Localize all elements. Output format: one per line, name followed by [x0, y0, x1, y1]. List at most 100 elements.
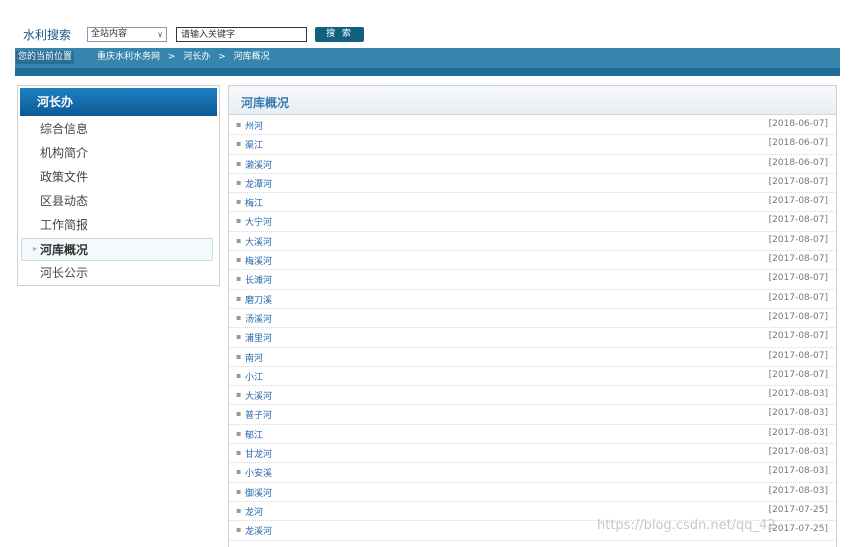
- list-item-date: [2017-08-07]: [768, 215, 828, 226]
- search-scope-value: 全站内容: [91, 29, 128, 39]
- bullet-icon: ▪: [236, 197, 242, 207]
- list-item: ▪ 浦里河 [2017-08-07]: [229, 328, 836, 348]
- bullet-icon: ▪: [236, 505, 242, 515]
- list-item: ▪ 磨刀溪 [2017-08-07]: [229, 290, 836, 309]
- list-item-date: [2017-08-03]: [768, 427, 828, 438]
- list-item-link[interactable]: 磨刀溪: [245, 293, 272, 306]
- list-item-link[interactable]: 梅溪河: [245, 254, 272, 267]
- article-list: ▪ 州河 [2018-06-07] ▪ 渠江 [2018-06-07] ▪ 濑溪河 [2018-…: [229, 116, 836, 541]
- bullet-icon: ▪: [236, 351, 242, 361]
- list-item-date: [2018-06-07]: [768, 119, 828, 129]
- bullet-icon: ▪: [236, 177, 242, 187]
- list-item: ▪ 汤溪河 [2017-08-07]: [229, 309, 836, 329]
- list-item: ▪ 长滩河 [2017-08-07]: [229, 270, 836, 290]
- list-item-date: [2017-08-07]: [768, 176, 828, 187]
- list-item: ▪ 郁江 [2017-08-03]: [229, 425, 836, 445]
- list-item-link[interactable]: 大宁河: [245, 215, 272, 228]
- list-item-link[interactable]: 龙潭河: [245, 177, 272, 190]
- bullet-icon: ▪: [236, 409, 242, 419]
- list-item-date: [2017-08-07]: [768, 273, 828, 284]
- breadcrumb-bar-bottom: [15, 68, 840, 76]
- list-item-date: [2017-08-03]: [768, 466, 828, 477]
- bullet-icon: ▪: [236, 158, 242, 168]
- bullet-icon: ▪: [236, 448, 242, 458]
- bullet-icon: ▪: [236, 293, 242, 303]
- search-input[interactable]: [176, 27, 307, 42]
- sidebar-item-jianbao[interactable]: 工作简报: [40, 217, 88, 233]
- list-item: ▪ 普子河 [2017-08-03]: [229, 405, 836, 425]
- bullet-icon: ▪: [236, 312, 242, 322]
- sidebar-item-quxian[interactable]: 区县动态: [40, 193, 88, 209]
- list-item-date: [2017-08-03]: [768, 485, 828, 496]
- bullet-icon: ▪: [236, 120, 242, 129]
- list-item-link[interactable]: 普子河: [245, 408, 272, 421]
- list-item-date: [2017-08-07]: [768, 292, 828, 303]
- bullet-icon: ▪: [236, 255, 242, 265]
- list-item-link[interactable]: 州河: [245, 119, 263, 132]
- breadcrumb-current-location-label: 您的当前位置: [16, 51, 75, 64]
- sidebar-item-jigou[interactable]: 机构简介: [40, 145, 88, 161]
- list-item-link[interactable]: 小安溪: [245, 466, 272, 479]
- list-item-link[interactable]: 汤溪河: [245, 312, 272, 325]
- list-item-date: [2017-08-07]: [768, 311, 828, 322]
- breadcrumb-link-home[interactable]: 重庆水利水务网: [97, 52, 160, 62]
- list-item: ▪ 小江 [2017-08-07]: [229, 367, 836, 387]
- search-label: 水利搜索: [23, 28, 72, 42]
- list-item-date: [2018-06-07]: [768, 138, 828, 149]
- list-item-link[interactable]: 御溪河: [245, 486, 272, 499]
- search-button[interactable]: 搜 索: [315, 27, 364, 42]
- list-item-date: [2017-08-07]: [768, 254, 828, 265]
- search-scope-select[interactable]: 全站内容 ∨: [87, 27, 167, 42]
- breadcrumb-link-hezhangban[interactable]: 河长办: [183, 52, 210, 62]
- bullet-icon: ▪: [236, 216, 242, 226]
- list-item: ▪ 梅溪河 [2017-08-07]: [229, 251, 836, 271]
- list-item-date: [2018-06-07]: [768, 157, 828, 168]
- bullet-icon: ▪: [236, 139, 242, 149]
- sidebar-item-gongshi[interactable]: 河长公示: [40, 265, 88, 281]
- breadcrumb-separator: >: [218, 52, 226, 62]
- bullet-icon: ▪: [236, 467, 242, 477]
- sidebar-item-zhengce[interactable]: 政策文件: [40, 169, 88, 185]
- caret-right-icon: ▸: [33, 244, 38, 253]
- list-item: ▪ 南河 [2017-08-07]: [229, 348, 836, 367]
- breadcrumb-current[interactable]: 河库概况: [234, 52, 270, 62]
- list-item-link[interactable]: 渠江: [245, 138, 263, 151]
- sidebar-item-heku[interactable]: ▸ 河库概况: [21, 238, 213, 261]
- list-item: ▪ 小安溪 [2017-08-03]: [229, 463, 836, 483]
- list-item-link[interactable]: 龙河: [245, 505, 263, 518]
- panel-header: 河库概况: [229, 86, 836, 115]
- bullet-icon: ▪: [236, 235, 242, 245]
- list-item-link[interactable]: 南河: [245, 351, 263, 364]
- list-item: ▪ 甘龙河 [2017-08-03]: [229, 444, 836, 464]
- bullet-icon: ▪: [236, 274, 242, 284]
- list-item-date: [2017-08-07]: [768, 369, 828, 380]
- list-item-link[interactable]: 长滩河: [245, 273, 272, 286]
- sidebar: 河长办 综合信息 机构简介 政策文件 区县动态 工作简报 ▸ 河库概况 河长公示: [17, 85, 220, 286]
- list-item: ▪ 梅江 [2017-08-07]: [229, 193, 836, 213]
- list-item-link[interactable]: 大溪河: [245, 235, 272, 248]
- breadcrumb-separator: >: [167, 52, 176, 62]
- list-item-link[interactable]: 小江: [245, 370, 263, 383]
- content-panel: 河库概况 ▪ 州河 [2018-06-07] ▪ 渠江 [2018-06-07] ▪ 濑溪河[…: [228, 85, 837, 547]
- list-item-link[interactable]: 梅江: [245, 196, 263, 209]
- list-item-date: [2017-08-07]: [768, 196, 828, 207]
- list-item-link[interactable]: 浦里河: [245, 331, 272, 344]
- list-item-date: [2017-08-03]: [768, 408, 828, 419]
- list-item: ▪ 龙潭河 [2017-08-07]: [229, 174, 836, 194]
- list-item-link[interactable]: 甘龙河: [245, 447, 272, 460]
- list-item-date: [2017-07-25]: [768, 524, 828, 535]
- list-item-link[interactable]: 濑溪河: [245, 158, 272, 171]
- list-item: ▪ 渠江 [2018-06-07]: [229, 135, 836, 155]
- bullet-icon: ▪: [236, 428, 242, 438]
- list-item-link[interactable]: 龙溪河: [245, 524, 272, 537]
- list-item: ▪ 大溪河 [2017-08-07]: [229, 232, 836, 252]
- list-item-link[interactable]: 大溪河: [245, 389, 272, 402]
- sidebar-item-zonghe[interactable]: 综合信息: [40, 121, 88, 137]
- bullet-icon: ▪: [236, 390, 242, 400]
- list-item: ▪ 大溪河 [2017-08-03]: [229, 386, 836, 406]
- sidebar-title: 河长办: [20, 88, 217, 116]
- list-item-date: [2017-08-07]: [768, 234, 828, 245]
- list-item-date: [2017-08-07]: [768, 331, 828, 342]
- list-item-date: [2017-08-03]: [768, 447, 828, 458]
- list-item-link[interactable]: 郁江: [245, 428, 263, 441]
